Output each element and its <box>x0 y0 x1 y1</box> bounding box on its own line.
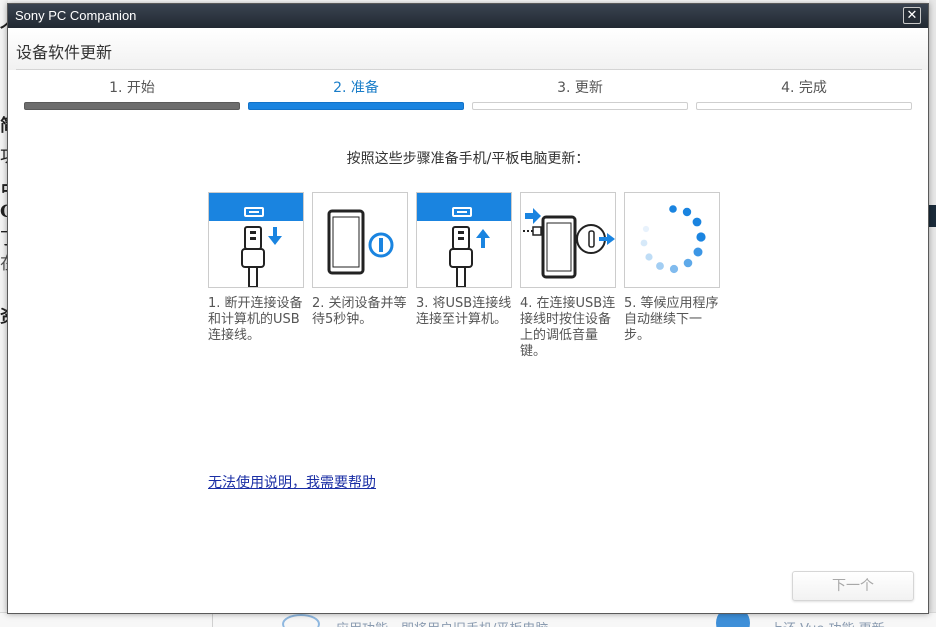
step-label-prepare: 2. 准备 <box>333 80 379 96</box>
step-progress-prepare <box>248 102 464 110</box>
phone-volume-down-icon <box>523 208 615 279</box>
instruction-text: 按照这些步骤准备手机/平板电脑更新： <box>346 151 590 167</box>
loading-spinner-icon <box>640 205 706 274</box>
help-link[interactable]: 无法使用说明，我需要帮助 <box>208 472 376 492</box>
background-divider <box>212 612 213 627</box>
background-feature-text: 应用功能，即将用户旧手机/平板电脑 <box>336 618 548 627</box>
update-dialog: Sony PC Companion ✕ 设备软件更新 1. 开始 2. 准备 3… <box>7 3 929 614</box>
step-caption-connect: 3. 将USB连接线连接至计算机。 <box>416 296 512 327</box>
app-title: Sony PC Companion <box>15 8 137 23</box>
phone-power-off-icon <box>327 209 394 275</box>
step-label-start: 1. 开始 <box>109 80 155 96</box>
close-button[interactable]: ✕ <box>903 7 921 24</box>
header-divider <box>16 69 922 70</box>
step-label-finish: 4. 完成 <box>781 80 827 96</box>
close-icon: ✕ <box>906 8 918 23</box>
step-progress-finish <box>696 102 912 110</box>
step-card-connect <box>416 192 512 288</box>
usb-connect-icon <box>417 193 511 287</box>
step-progress-start <box>24 102 240 110</box>
step-card-power-off <box>312 192 408 288</box>
background-feature-text: 上还 Vue 功能 更新 <box>770 618 885 627</box>
usb-disconnect-icon <box>209 193 303 287</box>
step-label-update: 3. 更新 <box>557 80 603 96</box>
background-feature-icon <box>282 614 320 627</box>
title-bar: Sony PC Companion ✕ <box>8 4 928 28</box>
step-card-volume-down <box>520 192 616 288</box>
step-caption-power-off: 2. 关闭设备并等待5秒钟。 <box>312 296 407 327</box>
step-progress-update <box>472 102 688 110</box>
background-right-panel <box>929 0 936 627</box>
step-caption-wait: 5. 等候应用程序自动继续下一步。 <box>624 296 719 343</box>
next-button[interactable]: 下一个 <box>792 571 914 601</box>
dialog-header <box>8 28 928 70</box>
step-caption-disconnect: 1. 断开连接设备和计算机的USB连接线。 <box>208 296 303 343</box>
dialog-title: 设备软件更新 <box>16 43 113 62</box>
step-card-wait <box>624 192 720 288</box>
background-right-tab <box>928 205 936 227</box>
step-caption-volume-down: 4. 在连接USB连接线时按住设备上的调低音量键。 <box>520 296 616 359</box>
step-card-disconnect <box>208 192 304 288</box>
